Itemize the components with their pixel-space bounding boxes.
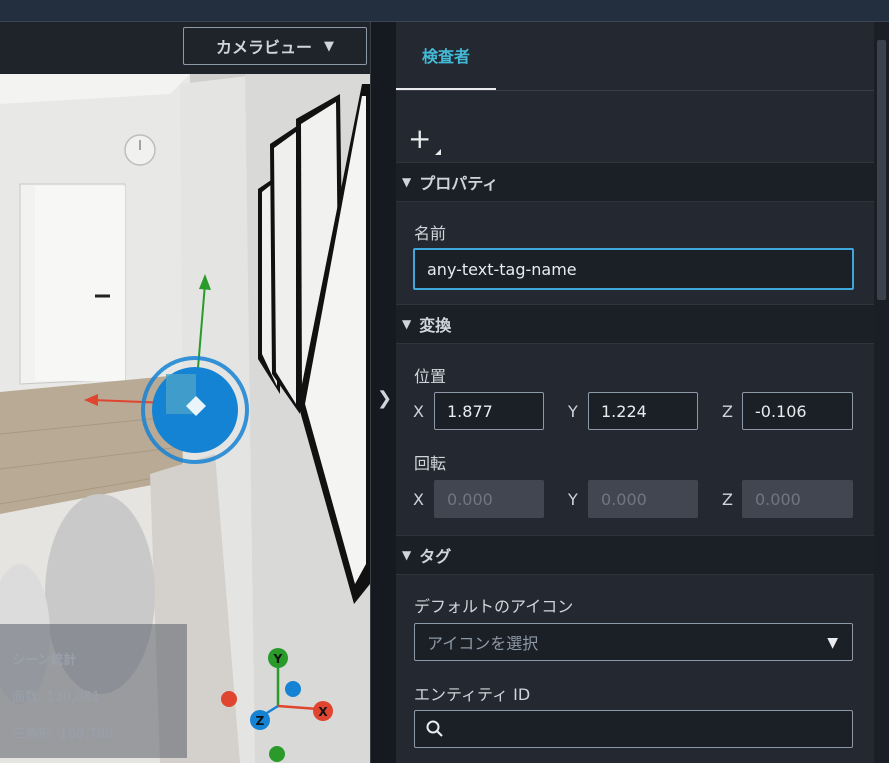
scene-stats-panel: シーン統計 面数: 130,081 三角形: 160,780 bbox=[0, 624, 187, 758]
camera-view-label: カメラビュー bbox=[215, 38, 312, 57]
rotation-z-input: 0.000 bbox=[742, 480, 853, 518]
tab-divider bbox=[396, 90, 874, 91]
rotation-x-axis-label: X bbox=[413, 490, 424, 509]
search-icon bbox=[426, 720, 443, 737]
name-label: 名前 bbox=[414, 224, 447, 243]
rotation-y-input: 0.000 bbox=[588, 480, 698, 518]
camera-view-dropdown[interactable]: カメラビュー ▼ bbox=[183, 27, 367, 65]
caret-down-icon: ▼ bbox=[324, 38, 334, 54]
caret-down-icon: ▼ bbox=[827, 635, 838, 651]
rotation-x-value: 0.000 bbox=[447, 489, 493, 509]
rotation-z-axis-label: Z bbox=[722, 490, 733, 509]
section-properties-header[interactable]: ▼ プロパティ bbox=[396, 162, 874, 202]
panel-splitter[interactable]: ❯ bbox=[370, 22, 396, 763]
section-transform-title: 変換 bbox=[419, 316, 452, 335]
rotation-y-value: 0.000 bbox=[601, 489, 647, 509]
position-x-value: 1.877 bbox=[447, 401, 493, 421]
inspector-scrollbar[interactable] bbox=[874, 22, 889, 763]
section-tags-header[interactable]: ▼ タグ bbox=[396, 535, 874, 575]
scrollbar-thumb[interactable] bbox=[877, 40, 886, 300]
entity-id-search-input[interactable] bbox=[414, 710, 853, 748]
scene-stats-title: シーン統計 bbox=[12, 653, 77, 668]
orientation-z-label: Z bbox=[256, 714, 265, 728]
rotation-z-value: 0.000 bbox=[755, 489, 801, 509]
section-transform-header[interactable]: ▼ 変換 bbox=[396, 304, 874, 344]
triangle-down-icon: ▼ bbox=[402, 548, 412, 562]
tab-inspector[interactable]: 検査者 bbox=[396, 22, 496, 90]
name-input-value: any-text-tag-name bbox=[427, 259, 577, 279]
3d-viewport[interactable]: カメラビュー ▼ Y X Z シーン統計 面数: 130,081 三角形: 16… bbox=[0, 22, 370, 763]
chevron-right-icon[interactable]: ❯ bbox=[377, 388, 392, 409]
dropdown-corner-icon bbox=[435, 149, 441, 155]
position-z-input[interactable]: -0.106 bbox=[742, 392, 853, 430]
entity-id-label: エンティティ ID bbox=[414, 685, 531, 704]
icon-select-placeholder: アイコンを選択 bbox=[427, 634, 539, 653]
default-icon-label: デフォルトのアイコン bbox=[414, 597, 574, 616]
orientation-neg-y-handle[interactable] bbox=[269, 746, 285, 762]
position-y-axis-label: Y bbox=[568, 402, 578, 421]
scene-stats-triangles: 三角形: 160,780 bbox=[12, 727, 114, 742]
rotation-y-axis-label: Y bbox=[568, 490, 578, 509]
position-y-value: 1.224 bbox=[601, 401, 647, 421]
rotation-label: 回転 bbox=[414, 454, 447, 473]
section-tags-title: タグ bbox=[419, 547, 452, 566]
orientation-x-label: X bbox=[318, 705, 328, 719]
scene-stats-faces: 面数: 130,081 bbox=[12, 690, 101, 705]
position-z-value: -0.106 bbox=[755, 401, 807, 421]
orientation-y-label: Y bbox=[273, 652, 283, 666]
name-input[interactable]: any-text-tag-name bbox=[413, 248, 854, 290]
position-y-input[interactable]: 1.224 bbox=[588, 392, 698, 430]
position-z-axis-label: Z bbox=[722, 402, 733, 421]
icon-select-dropdown[interactable]: アイコンを選択 ▼ bbox=[414, 623, 853, 661]
position-x-input[interactable]: 1.877 bbox=[434, 392, 544, 430]
triangle-down-icon: ▼ bbox=[402, 175, 412, 189]
inspector-panel: 検査者 + ▼ プロパティ 名前 any-text-tag-name ▼ 変換 … bbox=[396, 22, 874, 763]
section-properties-title: プロパティ bbox=[419, 174, 499, 193]
top-bar bbox=[0, 0, 889, 22]
add-component-button[interactable]: + bbox=[408, 122, 442, 158]
triangle-down-icon: ▼ bbox=[402, 317, 412, 331]
rotation-x-input: 0.000 bbox=[434, 480, 544, 518]
plus-icon: + bbox=[408, 122, 432, 155]
orientation-neg-x-handle[interactable] bbox=[221, 691, 237, 707]
position-x-axis-label: X bbox=[413, 402, 424, 421]
viewport-header: カメラビュー ▼ bbox=[0, 22, 370, 74]
position-label: 位置 bbox=[414, 367, 447, 386]
orientation-neg-z-handle[interactable] bbox=[285, 681, 301, 697]
